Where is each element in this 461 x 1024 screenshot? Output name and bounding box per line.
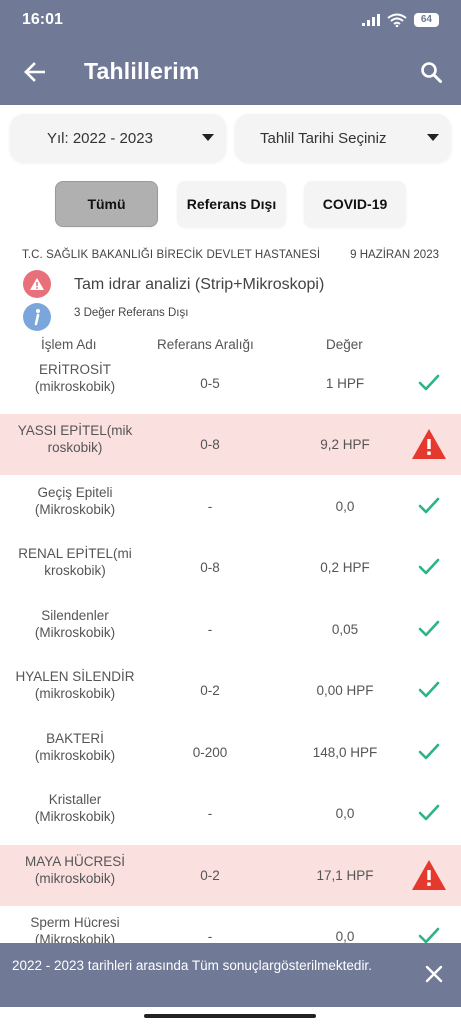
home-handle[interactable] bbox=[144, 1014, 316, 1018]
info-icon bbox=[34, 309, 40, 326]
table-row[interactable]: RENAL EPİTEL(mi kroskobik) 0-8 0,2 HPF bbox=[0, 537, 461, 598]
info-badge bbox=[23, 303, 51, 331]
row-value: 0,00 HPF bbox=[316, 683, 374, 698]
out-of-range-summary: 3 Değer Referans Dışı bbox=[74, 307, 189, 319]
row-name: HYALEN SİLENDİR (mikroskobik) bbox=[15, 669, 135, 701]
table-row[interactable]: HYALEN SİLENDİR (mikroskobik) 0-2 0,00 HPF bbox=[0, 660, 461, 721]
row-status bbox=[410, 795, 448, 831]
table-row[interactable]: Silendenler (Mikroskobik) - 0,05 bbox=[0, 599, 461, 660]
row-range: 0-8 bbox=[200, 560, 220, 575]
row-status bbox=[410, 672, 448, 708]
warning-triangle-icon bbox=[412, 860, 446, 890]
row-value: 0,05 bbox=[331, 622, 359, 637]
row-value: 148,0 HPF bbox=[312, 745, 378, 760]
table-row[interactable]: Geçiş Epiteli (Mikroskobik) - 0,0 bbox=[0, 476, 461, 537]
snackbar: 2022 - 2023 tarihleri arasında Tüm sonuç… bbox=[0, 943, 461, 1007]
filter-covid-button[interactable]: COVID-19 bbox=[304, 181, 406, 227]
back-button[interactable] bbox=[20, 58, 48, 86]
table-row[interactable]: ERİTROSİT (mikroskobik) 0-5 1 HPF bbox=[0, 353, 461, 414]
status-bar: 16:01 64 bbox=[0, 0, 461, 40]
column-header-range: Referans Aralığı bbox=[157, 337, 254, 352]
column-header-value: Değer bbox=[326, 337, 363, 352]
check-icon bbox=[418, 804, 440, 821]
row-name: BAKTERİ (mikroskobik) bbox=[34, 731, 116, 763]
column-header-name: İşlem Adı bbox=[41, 337, 97, 352]
status-icons: 64 bbox=[361, 13, 439, 27]
year-dropdown[interactable]: Yıl: 2022 - 2023 bbox=[10, 114, 226, 162]
row-value: 0,0 bbox=[335, 806, 355, 821]
row-range: - bbox=[207, 806, 213, 821]
test-date-dropdown-label: Tahlil Tarihi Seçiniz bbox=[260, 129, 387, 147]
row-status bbox=[410, 549, 448, 585]
row-status bbox=[410, 488, 448, 524]
system-nav-bar bbox=[0, 1007, 461, 1024]
row-name: YASSI EPİTEL(mik roskobik) bbox=[17, 423, 133, 455]
check-icon bbox=[418, 681, 440, 698]
check-icon bbox=[418, 620, 440, 637]
test-date-dropdown[interactable]: Tahlil Tarihi Seçiniz bbox=[235, 114, 451, 162]
hospital-name: T.C. SAĞLIK BAKANLIĞI BİRECİK DEVLET HAS… bbox=[22, 249, 321, 261]
row-value: 17,1 HPF bbox=[316, 868, 374, 883]
snackbar-close-button[interactable] bbox=[423, 963, 445, 985]
row-name: ERİTROSİT (mikroskobik) bbox=[34, 362, 116, 394]
row-status bbox=[410, 857, 448, 893]
filter-out-of-range-button[interactable]: Referans Dışı bbox=[177, 181, 286, 227]
row-status bbox=[410, 426, 448, 462]
check-icon bbox=[418, 558, 440, 575]
row-status bbox=[410, 734, 448, 770]
row-range: 0-5 bbox=[200, 376, 220, 391]
warning-triangle-icon bbox=[412, 429, 446, 459]
row-range: 0-8 bbox=[200, 437, 220, 452]
row-range: - bbox=[207, 622, 213, 637]
snackbar-text: 2022 - 2023 tarihleri arasında Tüm sonuç… bbox=[12, 958, 372, 973]
warning-triangle-icon bbox=[30, 278, 44, 290]
row-name: Silendenler (Mikroskobik) bbox=[34, 608, 116, 640]
row-status bbox=[410, 365, 448, 401]
caret-down-icon bbox=[427, 134, 439, 141]
row-name: MAYA HÜCRESİ (mikroskobik) bbox=[24, 854, 126, 886]
row-name: RENAL EPİTEL(mi kroskobik) bbox=[18, 546, 132, 578]
test-name: Tam idrar analizi (Strip+Mikroskopi) bbox=[74, 276, 325, 293]
wifi-icon bbox=[387, 13, 407, 27]
row-range: - bbox=[207, 499, 213, 514]
filter-all-button[interactable]: Tümü bbox=[55, 181, 158, 227]
test-date: 9 HAZİRAN 2023 bbox=[350, 249, 439, 261]
table-row[interactable]: YASSI EPİTEL(mik roskobik) 0-8 9,2 HPF bbox=[0, 414, 461, 475]
search-button[interactable] bbox=[417, 58, 445, 86]
check-icon bbox=[418, 743, 440, 760]
table-row[interactable]: MAYA HÜCRESİ (mikroskobik) 0-2 17,1 HPF bbox=[0, 845, 461, 906]
signal-icon bbox=[361, 14, 380, 26]
page-title: Tahlillerim bbox=[84, 58, 200, 84]
check-icon bbox=[418, 374, 440, 391]
arrow-left-icon bbox=[24, 62, 45, 82]
row-name: Geçiş Epiteli (Mikroskobik) bbox=[34, 485, 116, 517]
row-value: 0,0 bbox=[335, 499, 355, 514]
row-range: 0-200 bbox=[192, 745, 228, 760]
year-dropdown-label: Yıl: 2022 - 2023 bbox=[47, 129, 153, 147]
table-row[interactable]: Kristaller (Mikroskobik) - 0,0 bbox=[0, 783, 461, 844]
row-range: 0-2 bbox=[200, 868, 220, 883]
table-row[interactable]: BAKTERİ (mikroskobik) 0-200 148,0 HPF bbox=[0, 722, 461, 783]
status-time: 16:01 bbox=[22, 11, 63, 28]
row-range: 0-2 bbox=[200, 683, 220, 698]
check-icon bbox=[418, 497, 440, 514]
row-value: 0,2 HPF bbox=[320, 560, 370, 575]
caret-down-icon bbox=[202, 134, 214, 141]
close-icon bbox=[425, 965, 443, 983]
search-icon bbox=[421, 62, 442, 83]
warning-badge bbox=[23, 270, 51, 298]
row-value: 1 HPF bbox=[325, 376, 365, 391]
battery-icon: 64 bbox=[413, 13, 439, 27]
row-name: Kristaller (Mikroskobik) bbox=[34, 792, 116, 824]
row-status bbox=[410, 611, 448, 647]
app-bar: Tahlillerim bbox=[0, 40, 461, 105]
row-value: 9,2 HPF bbox=[320, 437, 370, 452]
